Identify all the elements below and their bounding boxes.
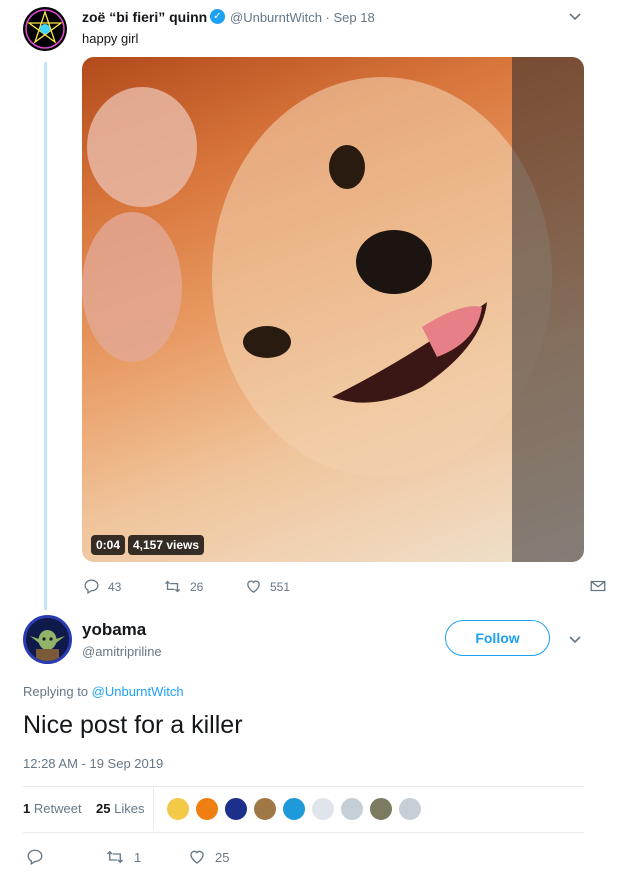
liker-avatar[interactable] — [282, 797, 306, 821]
like-button[interactable]: 551 — [245, 578, 290, 595]
liker-avatar[interactable] — [340, 797, 364, 821]
like-count: 551 — [270, 579, 291, 594]
video-media[interactable] — [82, 57, 584, 562]
parent-tweet-text: happy girl — [82, 31, 139, 46]
reply-button[interactable]: 43 — [83, 578, 121, 595]
reply-display-name[interactable]: yobama — [82, 620, 146, 640]
reply-tweet-text: Nice post for a killer — [23, 711, 243, 739]
stats-separator — [153, 787, 154, 831]
direct-message-button[interactable] — [589, 577, 607, 600]
retweet-button[interactable]: 26 — [163, 578, 203, 595]
divider — [23, 786, 584, 787]
replying-to-prefix: Replying to — [23, 684, 92, 699]
retweets-label[interactable]: Retweet — [34, 801, 82, 816]
reply-handle[interactable]: @amitripriline — [82, 644, 162, 659]
likers-avatars — [166, 797, 427, 821]
divider — [23, 832, 584, 833]
video-duration: 0:04 — [91, 535, 126, 555]
yoda-avatar-icon[interactable] — [23, 615, 72, 664]
video-views: 4,157 views — [128, 535, 205, 555]
liker-avatar[interactable] — [398, 797, 422, 821]
retweet-count: 1 — [134, 849, 142, 865]
reply-timestamp[interactable]: 12:28 AM - 19 Sep 2019 — [23, 756, 163, 771]
like-button[interactable]: 25 — [188, 848, 229, 866]
replying-to: Replying to @UnburntWitch — [23, 684, 184, 699]
liker-avatar[interactable] — [166, 797, 190, 821]
reply-icon — [84, 579, 99, 595]
direct-message-icon — [590, 580, 606, 592]
retweet-icon — [164, 580, 181, 593]
replying-to-mention[interactable]: @UnburntWitch — [92, 684, 184, 699]
retweet-button[interactable]: 1 — [105, 848, 141, 866]
chevron-down-icon[interactable] — [567, 631, 583, 647]
thread-line — [44, 62, 47, 610]
like-count: 25 — [215, 849, 230, 865]
liker-avatar[interactable] — [253, 797, 277, 821]
verified-icon: ✓ — [210, 9, 225, 24]
retweet-icon — [107, 850, 123, 864]
parent-display-name[interactable]: zoë “bi fieri” quinn — [82, 9, 207, 25]
liker-avatar[interactable] — [369, 797, 393, 821]
liker-avatar[interactable] — [224, 797, 248, 821]
retweet-count: 26 — [190, 579, 204, 594]
reply-button[interactable] — [26, 848, 53, 866]
heart-icon — [247, 580, 260, 593]
heart-icon — [190, 850, 204, 864]
reply-count: 43 — [108, 579, 122, 594]
liker-avatar[interactable] — [311, 797, 335, 821]
parent-handle-date[interactable]: @UnburntWitch · Sep 18 — [230, 10, 375, 25]
retweets-count[interactable]: 1 — [23, 801, 30, 816]
tweet-stats: 1 Retweet 25 Likes — [23, 801, 144, 816]
follow-button[interactable]: Follow — [445, 620, 550, 656]
likes-label[interactable]: Likes — [114, 801, 144, 816]
likes-count[interactable]: 25 — [96, 801, 110, 816]
reply-icon — [27, 849, 43, 865]
chevron-down-icon[interactable] — [567, 8, 583, 24]
pentagram-avatar-icon[interactable] — [23, 7, 67, 51]
liker-avatar[interactable] — [195, 797, 219, 821]
